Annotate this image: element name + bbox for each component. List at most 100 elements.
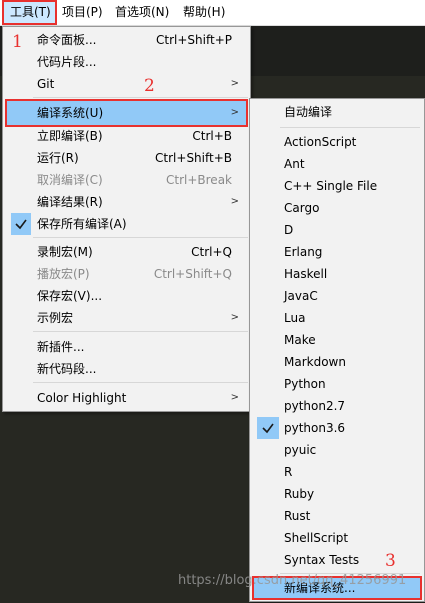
submenu-item-label: ShellScript [284, 531, 349, 545]
submenu-item-erlang[interactable]: Erlang [252, 241, 422, 263]
menu-item-shortcut: Ctrl+B [192, 129, 232, 143]
menu-item-record-macro[interactable]: 录制宏(M) Ctrl+Q [5, 241, 248, 263]
menu-separator [33, 97, 248, 98]
submenu-item-d[interactable]: D [252, 219, 422, 241]
menu-item-git[interactable]: Git > [5, 73, 248, 95]
submenu-item-label: C++ Single File [284, 179, 378, 193]
submenu-item-actionscript[interactable]: ActionScript [252, 131, 422, 153]
submenu-item-label: ActionScript [284, 135, 357, 149]
annotation-number: 3 [385, 551, 396, 571]
menu-item-play-macro: 播放宏(P) Ctrl+Shift+Q [5, 263, 248, 285]
menu-item-save-all-on-build[interactable]: 保存所有编译(A) [5, 213, 248, 235]
menu-item-build-results[interactable]: 编译结果(R) > [5, 191, 248, 213]
menu-item-label: 运行(R) [37, 151, 79, 165]
check-icon [257, 417, 279, 439]
menu-separator [33, 331, 248, 332]
submenu-item-label: pyuic [284, 443, 317, 457]
submenu-item-ant[interactable]: Ant [252, 153, 422, 175]
menu-tools[interactable]: 工具(T) [2, 0, 57, 25]
submenu-item-cargo[interactable]: Cargo [252, 197, 422, 219]
menu-item-label: 示例宏 [37, 311, 74, 325]
menu-item-new-snippet[interactable]: 新代码段... [5, 358, 248, 380]
menu-item-label: 保存宏(V)... [37, 289, 103, 303]
chevron-right-icon: > [230, 107, 239, 118]
submenu-item-label: D [284, 223, 294, 237]
menu-item-label: 代码片段... [37, 55, 97, 69]
menu-item-label: 立即编译(B) [37, 129, 103, 143]
submenu-item-label: Python [284, 377, 326, 391]
submenu-item-pyuic[interactable]: pyuic [252, 439, 422, 461]
menu-item-shortcut: Ctrl+Shift+B [155, 151, 232, 165]
submenu-item-label: 自动编译 [284, 105, 333, 119]
submenu-item-label: Markdown [284, 355, 346, 369]
watermark: https://blog.csdn.net/qq_41256991 [178, 573, 407, 588]
submenu-item-python[interactable]: Python [252, 373, 422, 395]
menu-bar: 工具(T) 项目(P) 首选项(N) 帮助(H) [0, 0, 425, 26]
submenu-item-label: Syntax Tests [284, 553, 360, 567]
menu-item-label: 新代码段... [37, 362, 97, 376]
submenu-item-label: python3.6 [284, 421, 346, 435]
menu-help[interactable]: 帮助(H) [183, 0, 225, 25]
menu-item-label: Color Highlight [37, 391, 127, 405]
build-system-submenu: 自动编译 ActionScript Ant C++ Single File Ca… [249, 98, 425, 602]
submenu-item-auto-build[interactable]: 自动编译 [252, 101, 422, 123]
submenu-item-markdown[interactable]: Markdown [252, 351, 422, 373]
menu-item-run[interactable]: 运行(R) Ctrl+Shift+B [5, 147, 248, 169]
submenu-item-haskell[interactable]: Haskell [252, 263, 422, 285]
menu-item-command-palette[interactable]: 命令面板... Ctrl+Shift+P [5, 29, 248, 51]
submenu-item-label: Rust [284, 509, 311, 523]
menu-item-shortcut: Ctrl+Shift+P [156, 33, 232, 47]
menu-item-shortcut: Ctrl+Break [166, 173, 232, 187]
menu-item-color-highlight[interactable]: Color Highlight > [5, 387, 248, 409]
menu-item-snippets[interactable]: 代码片段... [5, 51, 248, 73]
submenu-item-syntax-tests[interactable]: Syntax Tests [252, 549, 422, 571]
submenu-item-label: Erlang [284, 245, 323, 259]
submenu-item-label: JavaC [284, 289, 318, 303]
submenu-item-python36[interactable]: python3.6 [252, 417, 422, 439]
menu-item-cancel-build: 取消编译(C) Ctrl+Break [5, 169, 248, 191]
menu-item-label: 编译系统(U) [37, 106, 104, 120]
menu-item-label: 保存所有编译(A) [37, 217, 127, 231]
submenu-item-label: Lua [284, 311, 306, 325]
menu-separator [33, 382, 248, 383]
submenu-item-label: R [284, 465, 293, 479]
menu-item-macros[interactable]: 示例宏 > [5, 307, 248, 329]
menu-item-label: 取消编译(C) [37, 173, 103, 187]
menu-separator [33, 237, 248, 238]
annotation-number: 2 [144, 76, 155, 96]
chevron-right-icon: > [230, 78, 239, 89]
submenu-item-label: Cargo [284, 201, 320, 215]
submenu-item-ruby[interactable]: Ruby [252, 483, 422, 505]
submenu-item-shellscript[interactable]: ShellScript [252, 527, 422, 549]
chevron-right-icon: > [230, 196, 239, 207]
submenu-item-rust[interactable]: Rust [252, 505, 422, 527]
check-icon [11, 213, 31, 235]
menu-item-save-macro[interactable]: 保存宏(V)... [5, 285, 248, 307]
chevron-right-icon: > [230, 312, 239, 323]
menu-item-label: 编译结果(R) [37, 195, 103, 209]
menu-project[interactable]: 项目(P) [62, 0, 103, 25]
submenu-item-cpp-single-file[interactable]: C++ Single File [252, 175, 422, 197]
submenu-item-javac[interactable]: JavaC [252, 285, 422, 307]
submenu-item-label: Make [284, 333, 316, 347]
menu-separator [280, 127, 420, 128]
annotation-number: 1 [12, 32, 23, 52]
menu-item-build-system[interactable]: 编译系统(U) > [5, 99, 248, 127]
tools-menu: 命令面板... Ctrl+Shift+P 代码片段... Git > 编译系统(… [2, 26, 251, 412]
menu-item-label: 命令面板... [37, 33, 97, 47]
submenu-item-lua[interactable]: Lua [252, 307, 422, 329]
submenu-item-r[interactable]: R [252, 461, 422, 483]
submenu-item-label: python2.7 [284, 399, 346, 413]
submenu-item-make[interactable]: Make [252, 329, 422, 351]
submenu-item-python27[interactable]: python2.7 [252, 395, 422, 417]
menu-item-label: 录制宏(M) [37, 245, 93, 259]
submenu-item-label: Ruby [284, 487, 315, 501]
menu-item-label: Git [37, 77, 55, 91]
menu-item-label: 播放宏(P) [37, 267, 90, 281]
menu-item-build[interactable]: 立即编译(B) Ctrl+B [5, 125, 248, 147]
menu-item-shortcut: Ctrl+Shift+Q [153, 267, 232, 281]
menu-preferences[interactable]: 首选项(N) [115, 0, 169, 25]
menu-item-shortcut: Ctrl+Q [191, 245, 232, 259]
menu-item-new-plugin[interactable]: 新插件... [5, 336, 248, 358]
menu-item-label: 新插件... [37, 340, 85, 354]
